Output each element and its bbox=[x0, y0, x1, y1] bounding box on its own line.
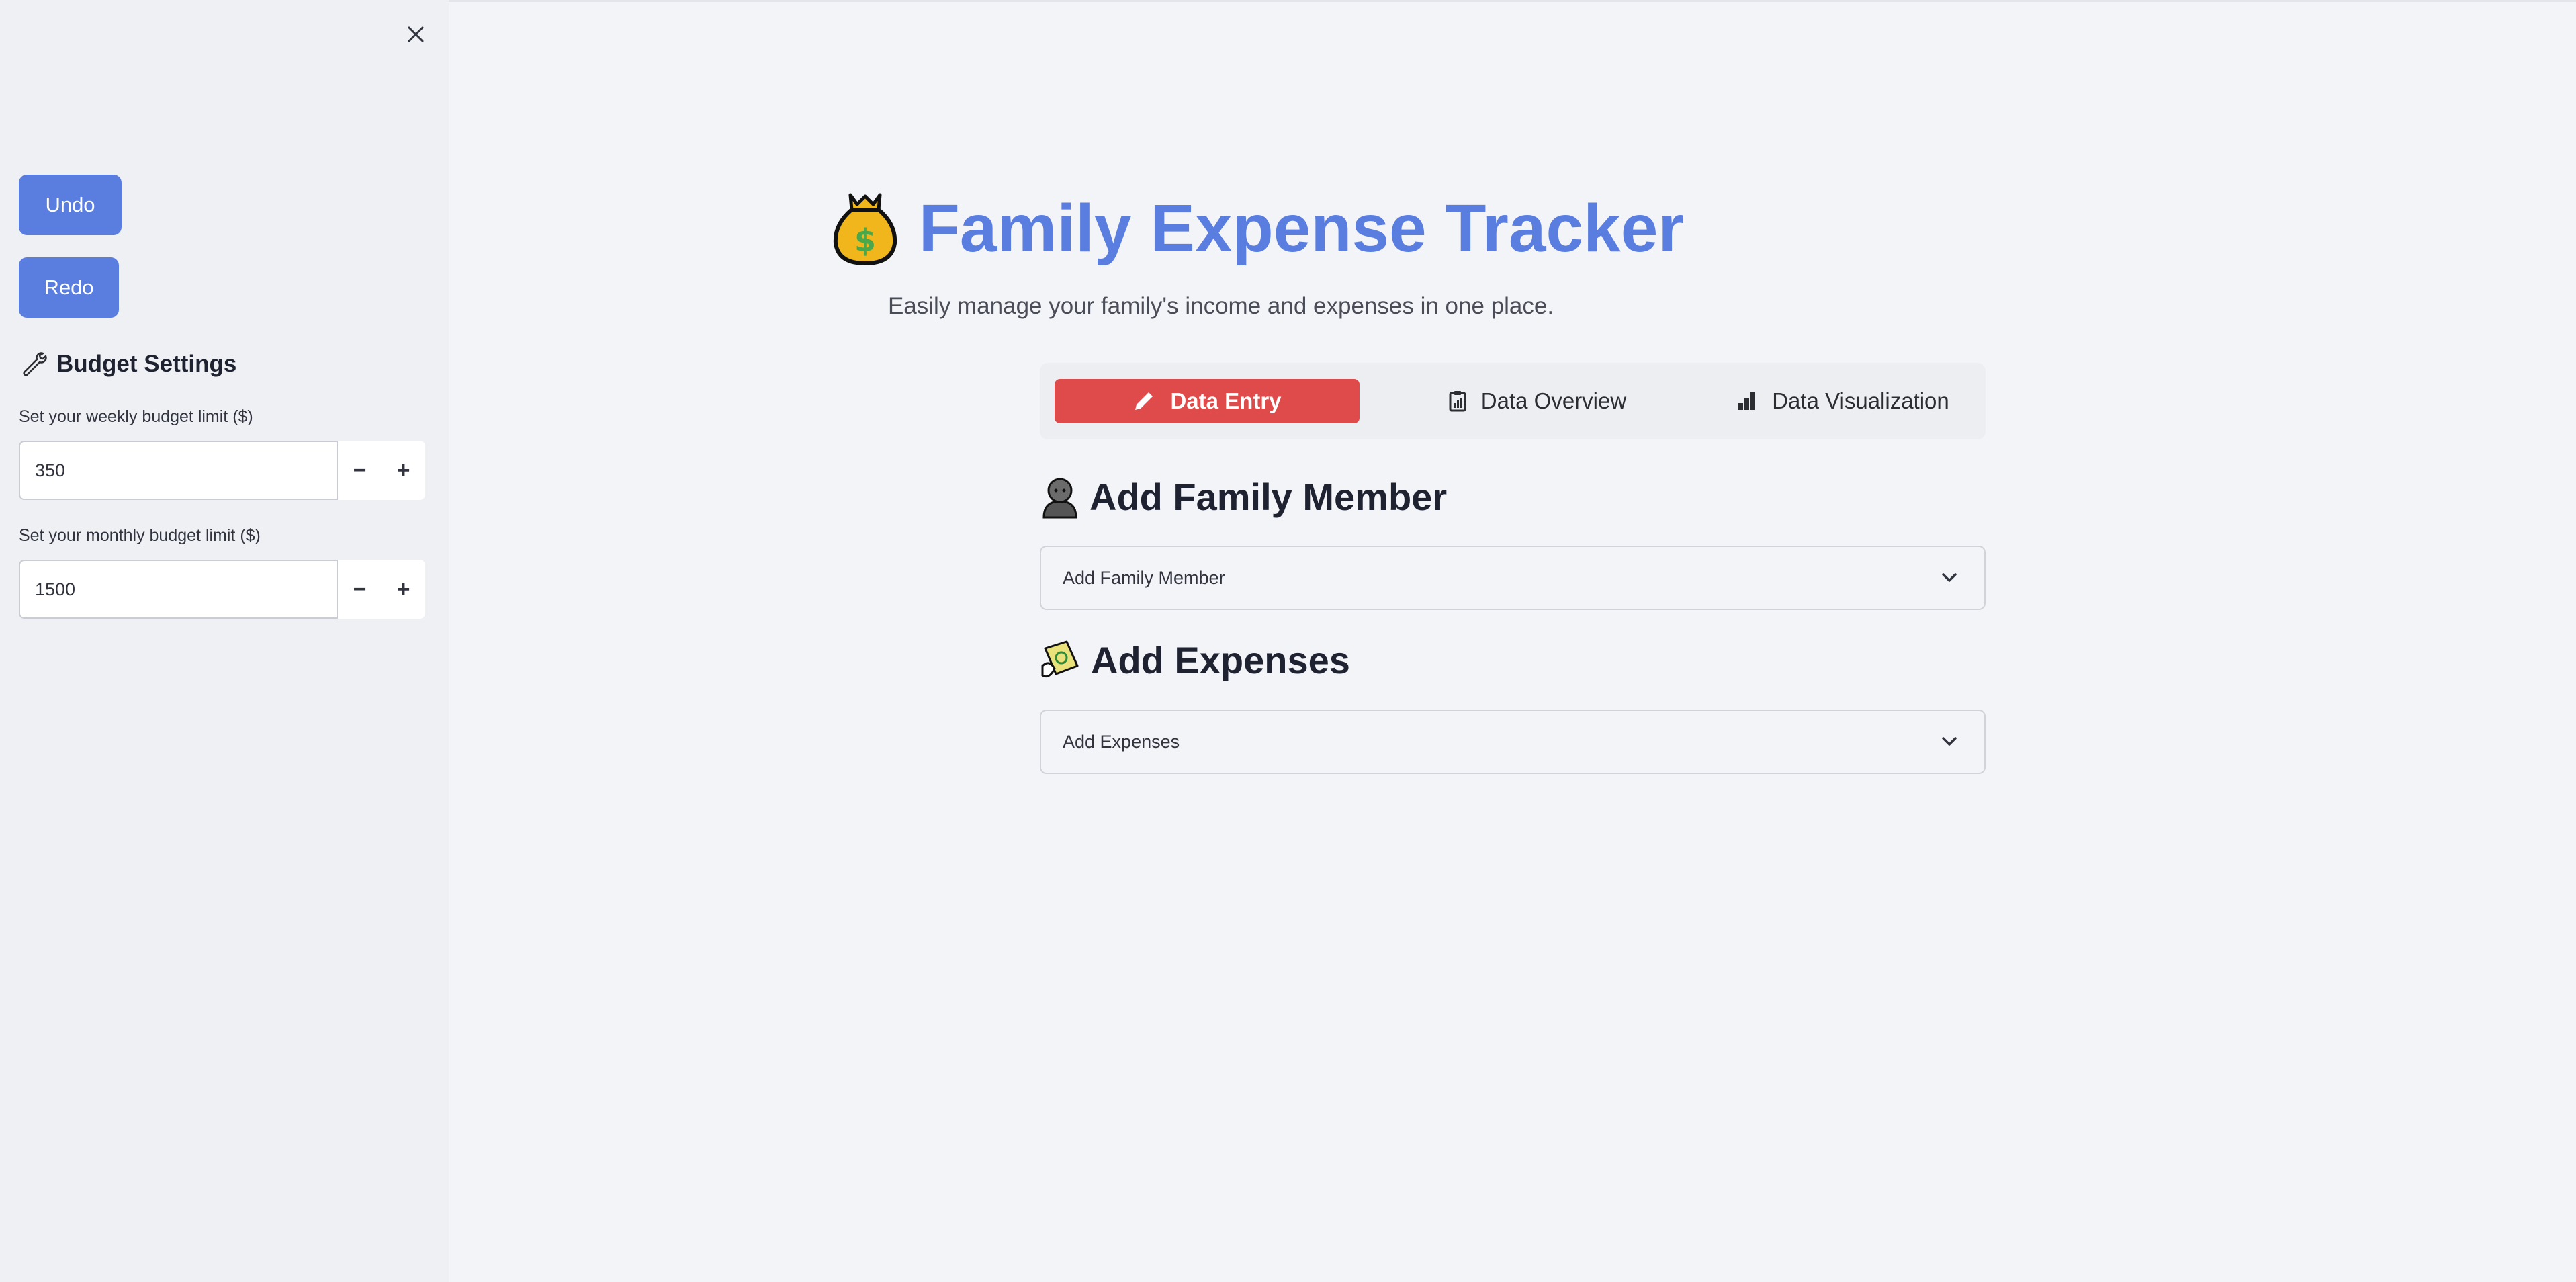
monthly-decrement-button[interactable]: − bbox=[338, 560, 382, 619]
add-expenses-heading: Add Expenses bbox=[1040, 638, 1350, 682]
money-bag-icon: $ bbox=[833, 193, 897, 265]
weekly-budget-input[interactable]: 350 bbox=[19, 441, 338, 500]
monthly-increment-button[interactable]: + bbox=[382, 560, 425, 619]
add-expenses-expander-label: Add Expenses bbox=[1063, 731, 1180, 752]
add-expenses-title: Add Expenses bbox=[1091, 639, 1350, 681]
page-title: Family Expense Tracker bbox=[918, 190, 1685, 266]
monthly-budget-label: Set your monthly budget limit ($) bbox=[19, 526, 261, 545]
monthly-budget-field: 1500 − + bbox=[19, 560, 426, 619]
close-icon bbox=[408, 26, 424, 42]
tab-data-entry[interactable]: Data Entry bbox=[1055, 379, 1360, 423]
add-expenses-expander[interactable]: Add Expenses bbox=[1040, 710, 1986, 774]
money-with-wings-icon bbox=[1041, 640, 1079, 677]
weekly-budget-field: 350 − + bbox=[19, 441, 426, 500]
budget-settings-title: Budget Settings bbox=[56, 351, 237, 377]
bar-chart-icon bbox=[1738, 392, 1756, 410]
person-icon bbox=[1042, 478, 1077, 519]
tab-data-overview[interactable]: Data Overview bbox=[1430, 379, 1645, 423]
tab-data-entry-label: Data Entry bbox=[1170, 388, 1282, 413]
tab-data-overview-label: Data Overview bbox=[1480, 388, 1627, 413]
add-family-member-title: Add Family Member bbox=[1090, 475, 1448, 518]
chevron-down-icon bbox=[1942, 573, 1957, 582]
tab-data-visualization-label: Data Visualization bbox=[1772, 388, 1949, 413]
tab-data-visualization[interactable]: Data Visualization bbox=[1716, 379, 1971, 423]
chevron-down-icon bbox=[1942, 737, 1957, 746]
budget-settings-heading: Budget Settings bbox=[19, 349, 236, 379]
svg-text:$: $ bbox=[854, 222, 876, 259]
monthly-budget-input[interactable]: 1500 bbox=[19, 560, 338, 619]
add-family-member-expander[interactable]: Add Family Member bbox=[1040, 546, 1986, 610]
tab-bar: Data Entry Data Overview Data Visualizat… bbox=[1040, 363, 1986, 439]
page-subtitle: Easily manage your family's income and e… bbox=[887, 293, 1554, 319]
page-header: $ Family Expense Tracker bbox=[0, 189, 2576, 267]
clipboard-chart-icon bbox=[1449, 391, 1466, 412]
weekly-decrement-button[interactable]: − bbox=[338, 441, 382, 500]
weekly-increment-button[interactable]: + bbox=[382, 441, 425, 500]
close-sidebar-button[interactable] bbox=[402, 20, 430, 48]
add-family-member-heading: Add Family Member bbox=[1040, 474, 1447, 519]
pencil-icon bbox=[1135, 392, 1153, 410]
weekly-budget-label: Set your weekly budget limit ($) bbox=[19, 407, 253, 426]
wrench-icon bbox=[23, 352, 47, 376]
add-family-member-expander-label: Add Family Member bbox=[1063, 567, 1225, 588]
